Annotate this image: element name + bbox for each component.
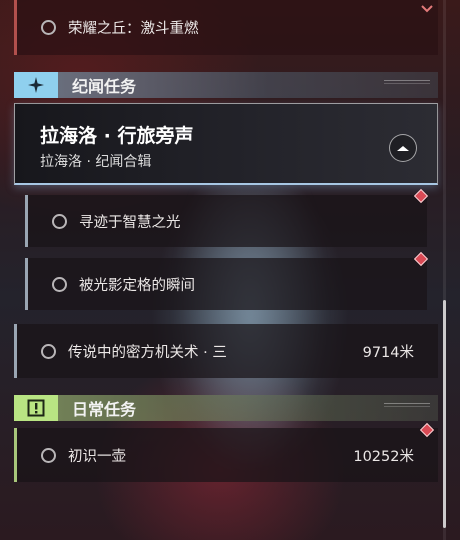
status-circle-icon (52, 276, 67, 292)
featured-quest-card[interactable]: 拉海洛 · 行旅旁声 拉海洛 · 纪闻合辑 (14, 103, 438, 185)
chevron-down-icon[interactable] (420, 0, 434, 13)
section-title: 日常任务 (72, 400, 137, 419)
quest-distance: 10252米 (353, 448, 414, 465)
status-circle-icon (41, 343, 56, 359)
scrollbar-thumb[interactable] (443, 300, 446, 528)
sparkle-icon (14, 72, 58, 98)
status-circle-icon (41, 447, 56, 463)
section-header-daily[interactable]: 日常任务 (14, 395, 438, 421)
quest-label: 初识一壶 (68, 448, 126, 465)
featured-quest-title: 拉海洛 · 行旅旁声 (40, 125, 194, 147)
quest-row[interactable]: 初识一壶 10252米 (14, 428, 438, 482)
quest-label: 寻迹于智慧之光 (79, 214, 181, 231)
section-title: 纪闻任务 (72, 77, 137, 96)
header-decoration (384, 403, 430, 407)
quest-row[interactable]: 寻迹于智慧之光 (25, 195, 427, 247)
header-decoration (384, 80, 430, 84)
exclamation-icon (14, 395, 58, 421)
section-header-legend[interactable]: 纪闻任务 (14, 72, 438, 98)
quest-label: 被光影定格的瞬间 (79, 277, 195, 294)
quest-distance: 9714米 (362, 344, 414, 361)
quest-row-top[interactable]: 荣耀之丘：激斗重燃 (14, 0, 438, 55)
quest-row[interactable]: 传说中的密方机关术 · 三 9714米 (14, 324, 438, 378)
status-circle-icon (52, 213, 67, 229)
featured-quest-subtitle: 拉海洛 · 纪闻合辑 (40, 154, 152, 170)
collapse-icon[interactable] (389, 134, 417, 162)
quest-row[interactable]: 被光影定格的瞬间 (25, 258, 427, 310)
status-circle-icon (41, 20, 56, 35)
quest-label: 荣耀之丘：激斗重燃 (68, 21, 199, 37)
quest-label: 传说中的密方机关术 · 三 (68, 344, 227, 361)
